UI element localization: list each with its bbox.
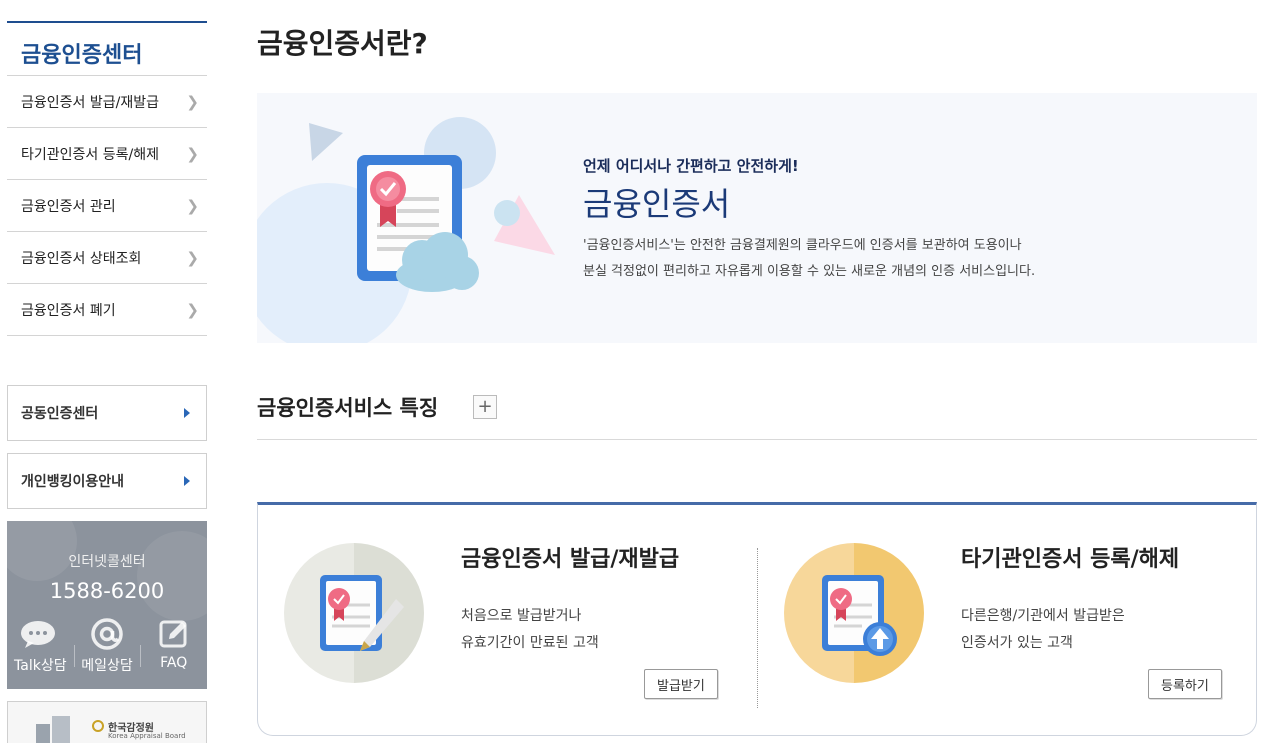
service-description-line: 다른은행/기관에서 발급받은 xyxy=(961,608,1125,624)
call-center-actions: Talk상담 메일상담 FAQ xyxy=(7,617,207,675)
mail-consult-label: 메일상담 xyxy=(81,658,133,674)
chat-bubble-icon xyxy=(21,621,56,648)
service-card-register: 타기관인증서 등록/해제 다른은행/기관에서 발급받은 인증서가 있는 고객 등… xyxy=(758,505,1258,735)
hero-description-line: 분실 걱정없이 편리하고 자유롭게 이용할 수 있는 새로운 개념의 인증 서비… xyxy=(583,264,1036,279)
features-title: 금융인증서비스 특징 xyxy=(257,396,439,420)
sidebar-item-issue[interactable]: 금융인증서 발급/재발급 ❯ xyxy=(7,76,207,128)
chevron-right-icon: ❯ xyxy=(186,248,199,267)
hero-description: '금융인증서비스'는 안전한 금융결제원의 클라우드에 인증서를 보관하여 도용… xyxy=(583,233,1203,285)
service-name: 금융인증서 발급/재발급 xyxy=(461,547,680,572)
service-name: 타기관인증서 등록/해제 xyxy=(961,547,1180,572)
service-description: 다른은행/기관에서 발급받은 인증서가 있는 고객 xyxy=(961,603,1125,657)
sidebar-item-manage[interactable]: 금융인증서 관리 ❯ xyxy=(7,180,207,232)
chevron-right-icon: ❯ xyxy=(186,300,199,319)
call-center-panel: 인터넷콜센터 1588-6200 Talk상담 메일상담 FAQ xyxy=(7,521,207,689)
talk-consult-label: Talk상담 xyxy=(14,658,67,674)
sidebar-item-revoke[interactable]: 금융인증서 폐기 ❯ xyxy=(7,284,207,336)
mail-consult-button[interactable]: 메일상담 xyxy=(73,617,141,675)
sidebar-item-label: 금융인증서 발급/재발급 xyxy=(21,94,159,111)
seal-icon xyxy=(92,720,104,732)
triangle-right-icon xyxy=(184,476,190,486)
sidebar-item-label: 금융인증서 관리 xyxy=(21,198,116,215)
service-card-issue: 금융인증서 발급/재발급 처음으로 발급받거나 유효기간이 만료된 고객 발급받… xyxy=(258,505,758,735)
faq-button[interactable]: FAQ xyxy=(140,617,207,675)
sidebar-item-status[interactable]: 금융인증서 상태조회 ❯ xyxy=(7,232,207,284)
chevron-right-icon: ❯ xyxy=(186,144,199,163)
banner-subtitle: Korea Appraisal Board xyxy=(108,732,186,740)
joint-cert-center-link[interactable]: 공동인증센터 xyxy=(7,385,207,441)
service-description-line: 인증서가 있는 고객 xyxy=(961,635,1073,651)
sidebar-title: 금융인증센터 xyxy=(7,21,207,76)
hero-heading: 금융인증서 xyxy=(583,185,731,223)
issue-button[interactable]: 발급받기 xyxy=(644,669,718,699)
sidebar-item-register[interactable]: 타기관인증서 등록/해제 ❯ xyxy=(7,128,207,180)
certificate-cloud-illustration xyxy=(257,117,555,343)
register-button[interactable]: 등록하기 xyxy=(1148,669,1222,699)
certificate-pencil-illustration xyxy=(284,543,424,683)
service-description-line: 유효기간이 만료된 고객 xyxy=(461,635,599,651)
service-description: 처음으로 발급받거나 유효기간이 만료된 고객 xyxy=(461,603,599,657)
page-title: 금융인증서란? xyxy=(257,27,428,60)
edit-icon xyxy=(159,620,187,648)
talk-consult-button[interactable]: Talk상담 xyxy=(7,617,74,675)
sidebar-item-label: 금융인증서 폐기 xyxy=(21,302,116,319)
building-illustration xyxy=(36,724,50,743)
appraisal-board-banner[interactable]: 한국감정원 Korea Appraisal Board xyxy=(7,701,207,743)
services-panel: 금융인증서 발급/재발급 처음으로 발급받거나 유효기간이 만료된 고객 발급받… xyxy=(257,502,1257,736)
hero-subtitle: 언제 어디서나 간편하고 안전하게! xyxy=(583,157,799,175)
certificate-upload-illustration xyxy=(784,543,924,683)
sidebar: 금융인증센터 금융인증서 발급/재발급 ❯ 타기관인증서 등록/해제 ❯ 금융인… xyxy=(7,0,207,336)
section-divider xyxy=(257,439,1257,440)
decorative-circle xyxy=(137,531,207,621)
service-description-line: 처음으로 발급받거나 xyxy=(461,608,582,624)
sidebar-item-label: 타기관인증서 등록/해제 xyxy=(21,146,159,163)
hero-description-line: '금융인증서비스'는 안전한 금융결제원의 클라우드에 인증서를 보관하여 도용… xyxy=(583,238,1022,253)
personal-banking-guide-link[interactable]: 개인뱅킹이용안내 xyxy=(7,453,207,509)
call-center-title: 인터넷콜센터 xyxy=(68,554,146,570)
link-label: 개인뱅킹이용안내 xyxy=(21,474,125,490)
faq-label: FAQ xyxy=(160,655,188,671)
sidebar-menu: 금융인증서 발급/재발급 ❯ 타기관인증서 등록/해제 ❯ 금융인증서 관리 ❯… xyxy=(7,76,207,336)
hero-banner: 언제 어디서나 간편하고 안전하게! 금융인증서 '금융인증서비스'는 안전한 … xyxy=(257,93,1257,343)
building-illustration xyxy=(52,716,70,743)
at-sign-icon xyxy=(91,618,123,650)
triangle-right-icon xyxy=(184,408,190,418)
call-center-phone: 1588-6200 xyxy=(49,579,165,603)
link-label: 공동인증센터 xyxy=(21,406,99,422)
sidebar-item-label: 금융인증서 상태조회 xyxy=(21,250,142,267)
expand-features-button[interactable]: + xyxy=(473,395,497,419)
chevron-right-icon: ❯ xyxy=(186,92,199,111)
chevron-right-icon: ❯ xyxy=(186,196,199,215)
